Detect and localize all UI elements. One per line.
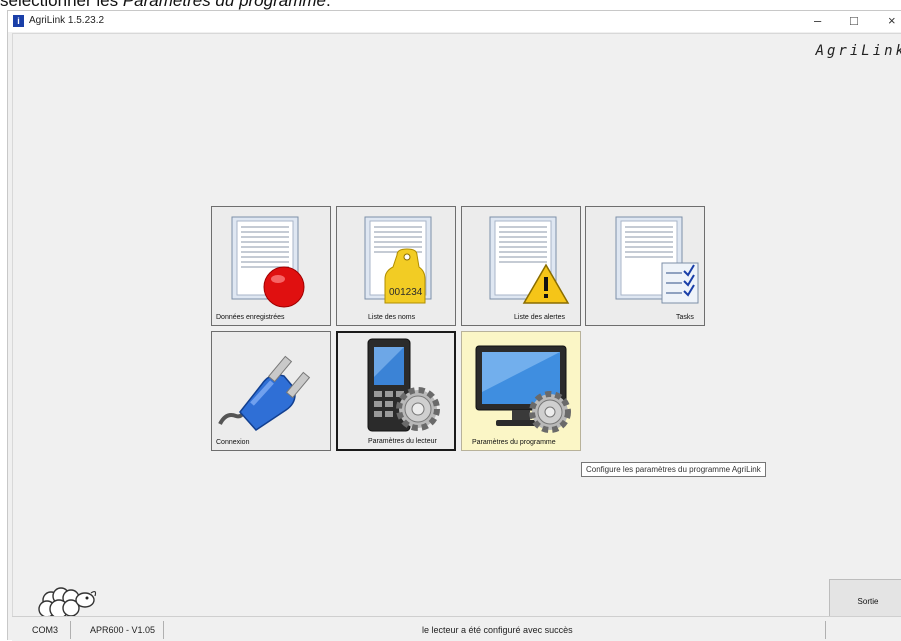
tile-label: Paramètres du lecteur: [368, 438, 437, 445]
checklist-icon: [661, 262, 699, 304]
tile-label: Données enregistrées: [216, 314, 285, 321]
tile-recorded-data[interactable]: Données enregistrées: [211, 206, 331, 326]
record-dot-icon: [263, 266, 305, 308]
status-divider: [163, 621, 164, 639]
title-bar: i AgriLink 1.5.23.2 – □ ×: [8, 11, 901, 32]
tile-label: Liste des alertes: [514, 314, 565, 321]
tile-names-list[interactable]: 001234 Liste des noms: [336, 206, 456, 326]
status-divider: [825, 621, 826, 639]
document-icon: [364, 216, 432, 304]
tile-tasks[interactable]: Tasks: [585, 206, 705, 326]
gear-icon: [396, 387, 440, 431]
status-device: APR600 - V1.05: [90, 625, 156, 635]
tile-connection[interactable]: Connexion: [211, 331, 331, 451]
tooltip: Configure les paramètres du programme Ag…: [581, 462, 766, 477]
tile-reader-settings[interactable]: Paramètres du lecteur: [336, 331, 456, 451]
caption-emphasis: Paramètres du programme: [122, 0, 326, 10]
status-bar: COM3 APR600 - V1.05 le lecteur a été con…: [12, 616, 901, 641]
tile-label: Tasks: [676, 314, 694, 321]
tile-label: Paramètres du programme: [472, 439, 556, 446]
close-button[interactable]: ×: [888, 13, 896, 28]
status-divider: [70, 621, 71, 639]
monitor-icon: [475, 345, 571, 433]
status-port: COM3: [32, 625, 59, 635]
plug-icon: [218, 355, 311, 431]
tile-program-settings[interactable]: Paramètres du programme: [461, 331, 581, 451]
document-icon: [231, 216, 305, 308]
minimize-button[interactable]: –: [814, 13, 821, 28]
tile-alerts-list[interactable]: Liste des alertes: [461, 206, 581, 326]
document-icon: [615, 216, 699, 304]
app-window: i AgriLink 1.5.23.2 – □ × AgriLink Donné…: [7, 10, 901, 641]
tag-number: 001234: [389, 287, 423, 298]
tile-label: Connexion: [216, 439, 250, 446]
reader-device-icon: [367, 338, 440, 432]
main-panel: AgriLink Données enregistrées 001234 Lis…: [12, 33, 901, 629]
gear-icon: [529, 391, 571, 433]
document-icon: [489, 216, 570, 304]
brand-logo-text: AgriLink: [815, 43, 901, 59]
status-message: le lecteur a été configuré avec succès: [422, 625, 573, 635]
tile-label: Liste des noms: [368, 314, 416, 321]
maximize-button[interactable]: □: [850, 13, 858, 28]
window-title: AgriLink 1.5.23.2: [29, 15, 105, 26]
app-icon: i: [13, 15, 24, 27]
